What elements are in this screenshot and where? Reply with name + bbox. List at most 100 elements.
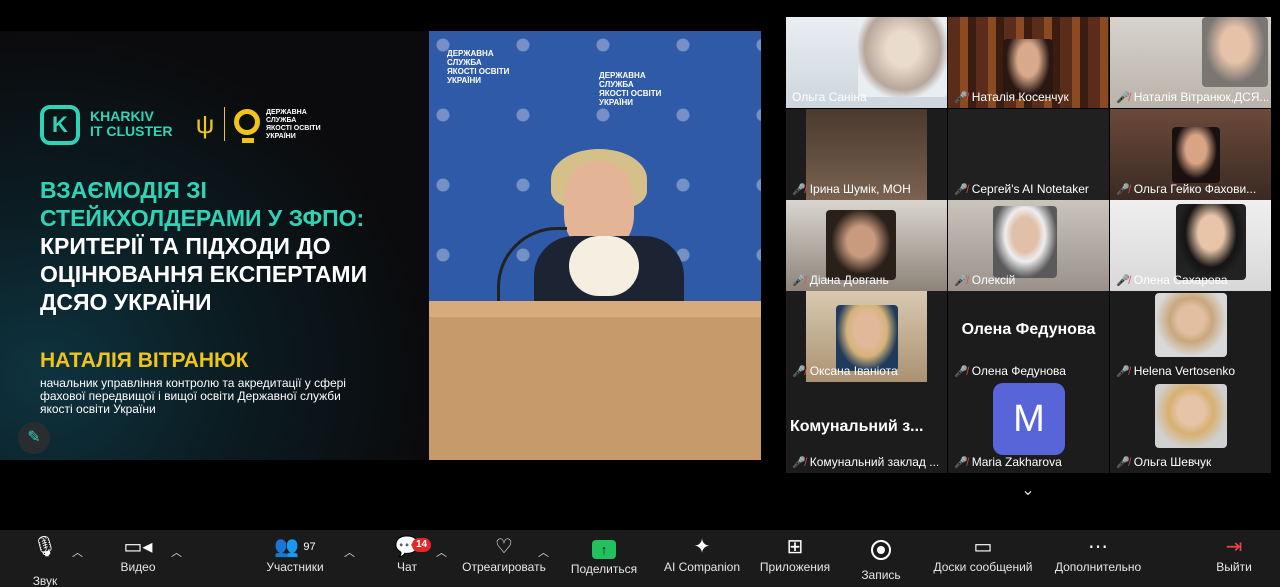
participant-name: 🎤̸ Наталія Вітранюк,ДСЯ...: [1116, 90, 1268, 104]
apps-button[interactable]: ⊞ Приложения: [756, 530, 834, 587]
participant-gallery: Ольга Саніна 🎤̸ Наталія Косенчук 🎤̸ Наталі…: [786, 17, 1273, 473]
agency-name: ДЕРЖАВНА СЛУЖБА ЯКОСТІ ОСВІТИ УКРАЇНИ: [266, 109, 321, 140]
participant-name: 🎤̸ Діана Довгань: [792, 273, 889, 287]
mic-muted-icon: 🎤̸: [1116, 274, 1130, 287]
logo-divider: [224, 107, 225, 141]
slide-title: Взаємодія зі стейкхолдерами у ЗФПО: крит…: [40, 176, 420, 316]
chevron-up-icon[interactable]: ︿: [538, 544, 549, 560]
mic-muted-icon: 🎤̸: [954, 183, 968, 196]
heart-icon: ♡: [495, 536, 513, 558]
ai-companion-button[interactable]: ✦ AI Companion: [660, 530, 744, 587]
video-camera-icon: ▭◂: [123, 536, 153, 558]
participant-name: 🎤̸ Maria Zakharova: [954, 455, 1062, 469]
participant-tile[interactable]: 🎤̸ Оксана Іваніота: [786, 291, 947, 382]
record-icon: [871, 540, 891, 560]
annotate-pencil-icon[interactable]: ✎: [18, 422, 50, 454]
participant-name: 🎤̸ Олена Федунова: [954, 364, 1066, 378]
record-button[interactable]: Запись: [858, 530, 904, 587]
chevron-up-icon[interactable]: ︿: [344, 544, 355, 560]
participant-face: [858, 17, 947, 97]
participant-name: 🎤̸ Олексій: [954, 273, 1016, 287]
participant-tile[interactable]: 🎤̸ Сергей's AI Notetaker: [948, 109, 1109, 200]
participant-face: [1155, 293, 1227, 357]
speaker-role: начальник управління контролю та акредит…: [40, 376, 346, 416]
apps-icon: ⊞: [786, 536, 804, 558]
participant-tile[interactable]: 🎤̸ Ольга Шевчук: [1110, 382, 1271, 473]
participant-face: [1155, 384, 1227, 448]
mic-muted-icon: 🎤̸: [954, 456, 968, 469]
mic-muted-icon: 🎤̸: [1116, 91, 1130, 104]
participants-button[interactable]: 👥 97 Участники: [262, 530, 328, 587]
participant-name: 🎤̸ Сергей's AI Notetaker: [954, 182, 1089, 196]
mic-muted-icon: 🎤̸: [1116, 365, 1130, 378]
participant-name: 🎤̸ Helena Vertosenko: [1116, 364, 1236, 378]
participant-face: [1176, 204, 1246, 280]
presentation-slide: K KHARKIV IT CLUSTER ψ ДЕРЖАВНА СЛУЖБА Я…: [0, 31, 429, 460]
mic-muted-icon: 🎙 Звук: [32, 536, 58, 587]
participant-name: 🎤̸ Олена Сахарова: [1116, 273, 1228, 287]
speaker-scarf: [569, 236, 639, 296]
participant-tile[interactable]: Ольга Саніна: [786, 17, 947, 108]
react-button[interactable]: ♡ Отреагировать: [458, 530, 550, 587]
participant-tile[interactable]: Олена Федунова 🎤̸ Олена Федунова: [948, 291, 1109, 382]
participant-name: 🎤̸ Ольга Шевчук: [1116, 455, 1212, 469]
chevron-up-icon[interactable]: ︿: [436, 544, 447, 560]
participant-tile[interactable]: 🎤̸ Олексій: [948, 200, 1109, 291]
whiteboard-icon: ▭: [973, 536, 993, 558]
participant-tile[interactable]: M 🎤̸ Maria Zakharova: [948, 382, 1109, 473]
podium: [429, 301, 761, 460]
backdrop-label: ДЕРЖАВНА СЛУЖБА ЯКОСТІ ОСВІТИ УКРАЇНИ: [447, 49, 510, 85]
sparkle-icon: ✦: [693, 536, 711, 558]
share-button[interactable]: ↑ Поделиться: [568, 530, 640, 587]
kharkiv-it-cluster-logo: K: [40, 105, 80, 145]
participant-name: 🎤̸ Комунальний заклад ...: [792, 455, 940, 469]
speaker-name: НАТАЛІЯ ВІТРАНЮК: [40, 349, 249, 372]
leave-button[interactable]: ⇥ Выйти: [1214, 530, 1254, 587]
more-button[interactable]: ⋯ Дополнительно: [1050, 530, 1146, 587]
meeting-toolbar: 🎙 Звук ︿ ▭◂ Видео ︿ 👥 97 Участники ︿ 💬 Ча…: [0, 530, 1280, 587]
whiteboards-button[interactable]: ▭ Доски сообщений: [928, 530, 1038, 587]
slide-title-accent: Взаємодія зі стейкхолдерами у ЗФПО:: [40, 177, 365, 231]
participant-big-name: Олена Федунова: [961, 321, 1096, 338]
mic-muted-icon: 🎤̸: [792, 456, 806, 469]
participant-name: Ольга Саніна: [792, 90, 867, 104]
chat-unread-badge: 14: [412, 538, 432, 552]
slide-title-main: критерії та підходи до оцінювання експер…: [40, 233, 368, 315]
participant-name: 🎤̸ Ольга Гейко Фахови...: [1116, 182, 1257, 196]
share-screen-icon: ↑: [592, 540, 616, 559]
participants-icon: 👥 97: [274, 536, 316, 558]
participant-tile[interactable]: 🎤̸ Ірина Шумік, МОН: [786, 109, 947, 200]
mic-muted-icon: 🎤̸: [954, 365, 968, 378]
chevron-up-icon[interactable]: ︿: [72, 544, 83, 560]
mic-muted-icon: 🎤̸: [792, 365, 806, 378]
participant-name: 🎤̸ Ірина Шумік, МОН: [792, 182, 911, 196]
backdrop-label: ДЕРЖАВНА СЛУЖБА ЯКОСТІ ОСВІТИ УКРАЇНИ: [599, 71, 662, 107]
participant-face: [1202, 17, 1268, 87]
participant-name: 🎤̸ Оксана Іваніота: [792, 364, 898, 378]
participant-face: [826, 210, 896, 280]
mic-muted-icon: 🎤̸: [954, 274, 968, 287]
speaker-video: ДЕРЖАВНА СЛУЖБА ЯКОСТІ ОСВІТИ УКРАЇНИ ДЕ…: [429, 31, 761, 460]
video-button[interactable]: ▭◂ Видео: [114, 530, 162, 587]
mic-muted-icon: 🎤̸: [792, 183, 806, 196]
participant-tile[interactable]: 🎤̸ Діана Довгань: [786, 200, 947, 291]
chevron-down-icon[interactable]: ⌄: [1018, 480, 1038, 500]
participant-tile[interactable]: 🎤̸ Наталія Вітранюк,ДСЯ...: [1110, 17, 1271, 108]
participant-tile[interactable]: Комунальний з... 🎤̸ Комунальний заклад ..…: [786, 382, 947, 473]
mic-muted-icon: 🎤̸: [1116, 456, 1130, 469]
participant-face: [1172, 127, 1220, 183]
mute-button[interactable]: 🎙 Звук: [22, 530, 68, 587]
participant-tile[interactable]: 🎤̸ Олена Сахарова: [1110, 200, 1271, 291]
chevron-up-icon[interactable]: ︿: [171, 544, 182, 560]
more-icon: ⋯: [1088, 536, 1108, 558]
agency-logo-icon: [234, 109, 260, 143]
participant-face: [836, 305, 898, 371]
org-name: KHARKIV IT CLUSTER: [90, 108, 173, 139]
participant-tile[interactable]: 🎤̸ Ольга Гейко Фахови...: [1110, 109, 1271, 200]
participant-tile[interactable]: 🎤̸ Helena Vertosenko: [1110, 291, 1271, 382]
participant-avatar: M: [993, 383, 1065, 455]
participant-big-name: Комунальний з...: [790, 418, 924, 435]
shared-screen: K KHARKIV IT CLUSTER ψ ДЕРЖАВНА СЛУЖБА Я…: [0, 31, 761, 460]
participant-tile[interactable]: 🎤̸ Наталія Косенчук: [948, 17, 1109, 108]
mic-muted-icon: 🎤̸: [1116, 183, 1130, 196]
